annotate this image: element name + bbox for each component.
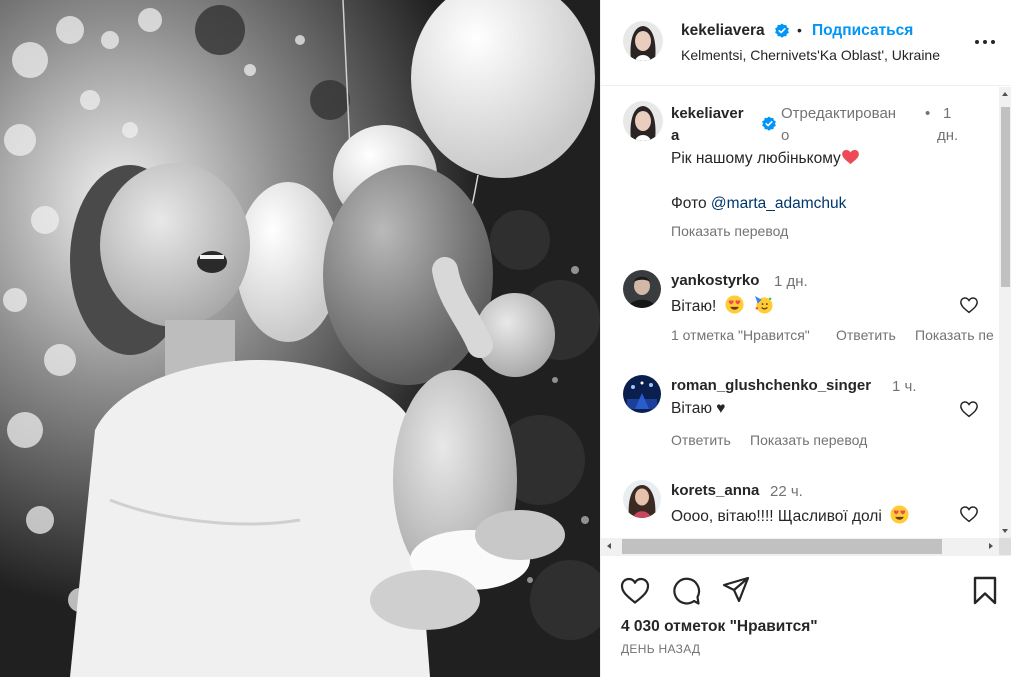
comment-bubble-icon[interactable] bbox=[671, 576, 701, 606]
comment-username[interactable]: korets_anna bbox=[671, 482, 759, 499]
like-heart-icon[interactable] bbox=[620, 577, 650, 605]
reply-button[interactable]: Ответить bbox=[671, 432, 731, 448]
post-photo[interactable] bbox=[0, 0, 600, 677]
comment-likes-count[interactable]: 1 отметка "Нравится" bbox=[671, 327, 810, 343]
caption-edited-label: Отредактирован bbox=[781, 105, 897, 122]
like-comment-heart-icon[interactable] bbox=[959, 505, 979, 523]
comment-translate-link[interactable]: Показать перевод bbox=[750, 432, 867, 448]
post-likes-count[interactable]: 4 030 отметок "Нравится" bbox=[621, 618, 818, 636]
verified-badge-icon bbox=[775, 23, 789, 38]
header-separator: • bbox=[797, 22, 802, 38]
like-comment-heart-icon[interactable] bbox=[959, 296, 979, 314]
partying-face-emoji-icon bbox=[754, 295, 773, 314]
post-details-panel: kekeliavera • Подписаться Kelmentsi, Che… bbox=[600, 0, 1011, 677]
comments-horizontal-scrollbar[interactable] bbox=[601, 538, 999, 555]
share-send-icon[interactable] bbox=[722, 576, 750, 604]
comments-vertical-scrollbar[interactable] bbox=[999, 87, 1011, 538]
reply-button[interactable]: Ответить bbox=[836, 327, 896, 343]
heart-eyes-emoji-icon bbox=[890, 505, 909, 524]
scrollbar-thumb[interactable] bbox=[622, 539, 942, 554]
comment-avatar[interactable] bbox=[623, 480, 661, 518]
follow-button[interactable]: Подписаться bbox=[812, 22, 913, 40]
caption-edited-label-wrap: о bbox=[781, 127, 790, 144]
caption-translate-link[interactable]: Показать перевод bbox=[671, 223, 788, 239]
caption-photo-prefix: Фото bbox=[671, 195, 711, 212]
comment-text: Вітаю! bbox=[671, 295, 773, 316]
caption-author-username-wrap[interactable]: a bbox=[671, 127, 679, 144]
caption-author-username[interactable]: kekeliaver bbox=[671, 105, 744, 122]
scroll-up-arrow-icon[interactable] bbox=[1002, 92, 1008, 96]
caption-photo-credit: Фото @marta_adamchuk bbox=[671, 195, 846, 213]
photographer-mention-link[interactable]: @marta_adamchuk bbox=[711, 195, 847, 212]
caption-time[interactable]: 1 bbox=[943, 105, 951, 122]
scroll-down-arrow-icon[interactable] bbox=[1002, 529, 1008, 533]
scroll-left-arrow-icon[interactable] bbox=[607, 543, 611, 549]
comment-time[interactable]: 22 ч. bbox=[770, 483, 803, 500]
comment-text: Вітаю ♥ bbox=[671, 400, 726, 417]
scrollbar-thumb[interactable] bbox=[1001, 107, 1010, 287]
author-avatar[interactable] bbox=[623, 21, 663, 61]
comment-avatar[interactable] bbox=[623, 375, 661, 413]
caption-time-wrap[interactable]: дн. bbox=[937, 127, 958, 144]
comment-text-content: Вітаю! bbox=[671, 298, 717, 315]
photo-image bbox=[0, 0, 600, 677]
caption-author-avatar[interactable] bbox=[623, 101, 663, 141]
author-username[interactable]: kekeliavera bbox=[681, 22, 765, 40]
save-bookmark-icon[interactable] bbox=[973, 576, 997, 605]
scrollbar-corner bbox=[999, 538, 1011, 555]
post-location[interactable]: Kelmentsi, Chernivets'Ka Oblast', Ukrain… bbox=[681, 47, 940, 63]
caption-time-separator: • bbox=[925, 105, 931, 122]
post-date[interactable]: ДЕНЬ НАЗАД bbox=[621, 642, 700, 656]
comment-time[interactable]: 1 ч. bbox=[892, 378, 917, 395]
heart-eyes-emoji-icon bbox=[725, 295, 744, 314]
comment-translate-link[interactable]: Показать пе bbox=[915, 327, 994, 343]
post-actions: 4 030 отметок "Нравится" ДЕНЬ НАЗАД bbox=[601, 555, 1011, 677]
comments-list[interactable]: kekeliaver a Отредактирован о • 1 дн. Рі… bbox=[601, 87, 999, 538]
post-header: kekeliavera • Подписаться Kelmentsi, Che… bbox=[601, 0, 1011, 86]
scroll-right-arrow-icon[interactable] bbox=[989, 543, 993, 549]
more-options-icon[interactable] bbox=[974, 38, 996, 46]
comment-username[interactable]: yankostyrko bbox=[671, 272, 759, 289]
red-heart-emoji-icon bbox=[841, 150, 859, 165]
comment-avatar[interactable] bbox=[623, 270, 661, 308]
comment-text-content: Оооо, вітаю!!!! Щасливої долі bbox=[671, 508, 882, 525]
comment-time[interactable]: 1 дн. bbox=[774, 273, 808, 290]
comment-text: Оооо, вітаю!!!! Щасливої долі bbox=[671, 505, 909, 526]
caption-verified-badge-icon bbox=[762, 116, 776, 131]
caption-text-content: Рік нашому любінькому bbox=[671, 150, 841, 167]
caption-text: Рік нашому любінькому bbox=[671, 150, 859, 168]
like-comment-heart-icon[interactable] bbox=[959, 400, 979, 418]
comment-username[interactable]: roman_glushchenko_singer bbox=[671, 377, 871, 394]
